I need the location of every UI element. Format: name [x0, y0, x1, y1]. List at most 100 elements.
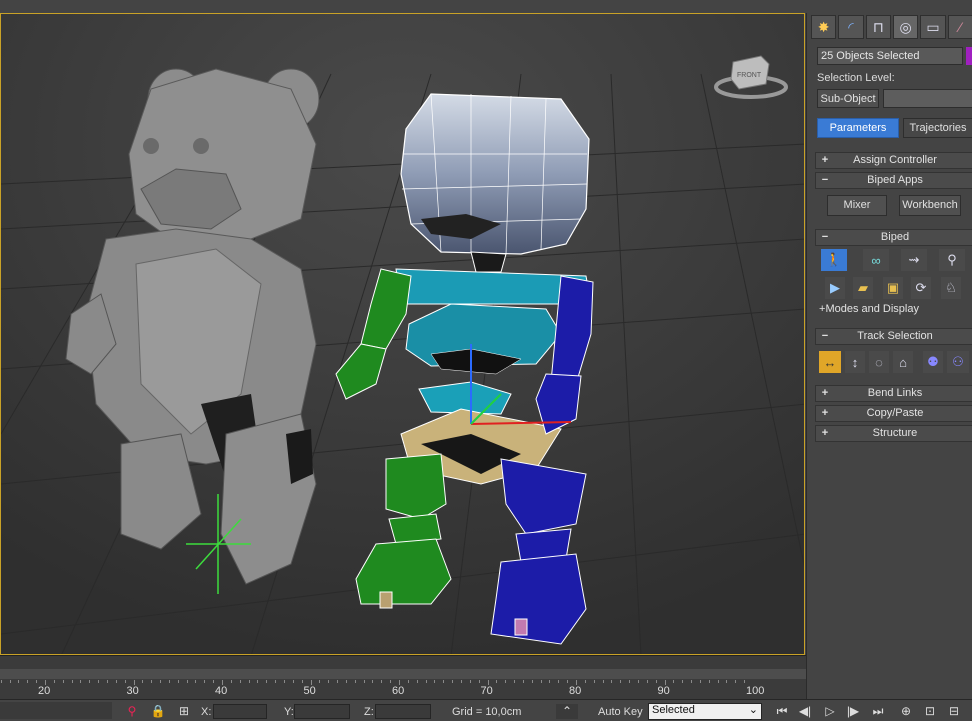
figure-mode-button[interactable]: 🚶	[821, 249, 847, 271]
track-selection-rollout[interactable]: − Track Selection	[815, 328, 972, 345]
maximize-icon: ⊟	[948, 704, 960, 718]
body-rotation-button[interactable]: ◌	[869, 351, 889, 373]
maxscript-listener[interactable]	[0, 702, 112, 719]
utilities-tab[interactable]: ⁄	[947, 15, 972, 39]
timeline-tick	[328, 680, 330, 683]
footstep-mode-button[interactable]: ∞	[863, 249, 889, 271]
biped-apps-rollout[interactable]: − Biped Apps	[815, 172, 972, 189]
rollout-title: Bend Links	[867, 387, 923, 399]
timeline-tick	[53, 680, 55, 683]
timeline-tick	[275, 680, 277, 683]
previous-frame-icon: ◀|	[798, 704, 812, 718]
z-coordinate-field[interactable]	[375, 704, 431, 719]
move-all-mode-button[interactable]: ♘	[941, 277, 961, 299]
go-to-start-button[interactable]: ⏮	[774, 704, 790, 719]
lock-icon: ⌂	[899, 354, 907, 370]
timeline-tick	[584, 680, 586, 683]
body-vertical-button[interactable]: ↕	[845, 351, 865, 373]
sunburst-icon: ✸	[817, 18, 830, 35]
symmetrical-button[interactable]: ⚉	[923, 351, 943, 373]
zoom-icon: ⊕	[900, 704, 912, 718]
workbench-button[interactable]: Workbench	[899, 195, 961, 216]
bend-links-rollout[interactable]: + Bend Links	[815, 385, 972, 402]
timeline-tick	[266, 680, 268, 683]
zoom-button[interactable]: ⊕	[898, 704, 914, 719]
time-slider[interactable]	[0, 669, 806, 679]
timeline-tick-label: 100	[746, 685, 765, 697]
object-color-swatch[interactable]	[966, 47, 972, 65]
opposite-button[interactable]: ⚇	[947, 351, 969, 373]
selection-name-field[interactable]: 25 Objects Selected	[817, 47, 963, 65]
symmetrical-figure-icon: ⚉	[927, 354, 939, 369]
create-tab[interactable]: ✸	[811, 15, 837, 39]
load-file-button[interactable]: ▰	[853, 277, 873, 299]
timeline-tick	[354, 680, 356, 683]
timeline-tick	[425, 680, 427, 683]
zoom-all-button[interactable]: ⊡	[922, 704, 938, 719]
save-file-button[interactable]: ▣	[883, 277, 903, 299]
tab-parameters[interactable]: Parameters	[817, 118, 899, 138]
key-filter-dropdown[interactable]: Selected ⌄	[648, 703, 762, 720]
timeline-tick	[460, 680, 462, 683]
next-frame-button[interactable]: |▶	[845, 704, 861, 719]
rollout-title: Biped	[880, 231, 910, 243]
mixer-mode-button[interactable]: ⚲	[939, 249, 965, 271]
timeline-tick	[593, 680, 595, 683]
timeline-tick	[691, 680, 693, 683]
timeline-tick	[726, 680, 728, 683]
mixer-button[interactable]: Mixer	[827, 195, 887, 216]
timeline-tick	[80, 680, 82, 683]
timeline-tick	[487, 680, 489, 685]
body-horizontal-button[interactable]: ↔	[819, 351, 841, 373]
auto-key-button[interactable]: Auto Key	[598, 706, 643, 718]
copy-paste-rollout[interactable]: + Copy/Paste	[815, 405, 972, 422]
motion-flow-button[interactable]: ⇝	[901, 249, 927, 271]
timeline-tick	[664, 680, 666, 685]
go-to-end-button[interactable]: ⏭	[870, 704, 886, 719]
timeline-tick	[319, 680, 321, 683]
timeline-tick	[195, 680, 197, 683]
display-tab[interactable]: ▭	[920, 15, 946, 39]
sub-object-button[interactable]: Sub-Object	[817, 89, 879, 108]
play-biped-button[interactable]: ▶	[825, 277, 845, 299]
timeline-tick	[301, 680, 303, 683]
motion-tab[interactable]: ◎	[892, 15, 919, 39]
timeline-tick	[646, 680, 648, 683]
modes-and-display-subrollout[interactable]: +Modes and Display	[819, 303, 969, 315]
timeline-tick	[160, 680, 162, 683]
absolute-mode-toggle[interactable]: ⊞	[176, 704, 192, 719]
timeline-tick	[337, 680, 339, 683]
isolate-selection-button[interactable]: ⚲	[124, 704, 140, 719]
y-coordinate-field[interactable]	[294, 704, 350, 719]
previous-frame-button[interactable]: ◀|	[797, 704, 813, 719]
timeline-tick-label: 50	[303, 685, 316, 697]
play-icon: ▷	[825, 704, 835, 718]
timeline-tick	[531, 680, 533, 683]
grid-size-display: Grid = 10,0cm	[452, 706, 522, 718]
perspective-viewport[interactable]: FRONT	[0, 13, 805, 655]
sub-object-dropdown[interactable]	[883, 89, 972, 108]
bulb-icon: ⚲	[127, 704, 137, 718]
timeline-tick	[45, 680, 46, 685]
command-panel-tabs: ✸ ◜ ⊓ ◎ ▭ ⁄	[811, 15, 972, 41]
maximize-viewport-button[interactable]: ⊟	[946, 704, 962, 719]
track-bar[interactable]: 20 30 40 50 60 70 80 90 100	[0, 655, 806, 700]
convert-button[interactable]: ⟳	[911, 277, 931, 299]
biped-rollout[interactable]: − Biped	[815, 229, 972, 246]
timeline-tick	[443, 680, 445, 683]
add-time-tag-button[interactable]: ⌃	[556, 704, 578, 719]
lock-cog-button[interactable]: ⌂	[893, 351, 913, 373]
mixer-mode-icon: ⚲	[947, 252, 957, 267]
timeline-tick	[602, 680, 604, 683]
timeline-tick	[142, 680, 144, 683]
selection-lock-toggle[interactable]: 🔒	[150, 704, 166, 719]
play-button[interactable]: ▷	[822, 704, 838, 719]
tab-trajectories[interactable]: Trajectories	[903, 118, 972, 138]
play-flag-icon: ▶	[830, 280, 840, 295]
modify-tab[interactable]: ◜	[838, 15, 864, 39]
x-coordinate-field[interactable]	[213, 704, 267, 719]
hierarchy-tab[interactable]: ⊓	[865, 15, 891, 39]
timeline-tick-label: 80	[569, 685, 582, 697]
structure-rollout[interactable]: + Structure	[815, 425, 972, 442]
assign-controller-rollout[interactable]: + Assign Controller	[815, 152, 972, 169]
